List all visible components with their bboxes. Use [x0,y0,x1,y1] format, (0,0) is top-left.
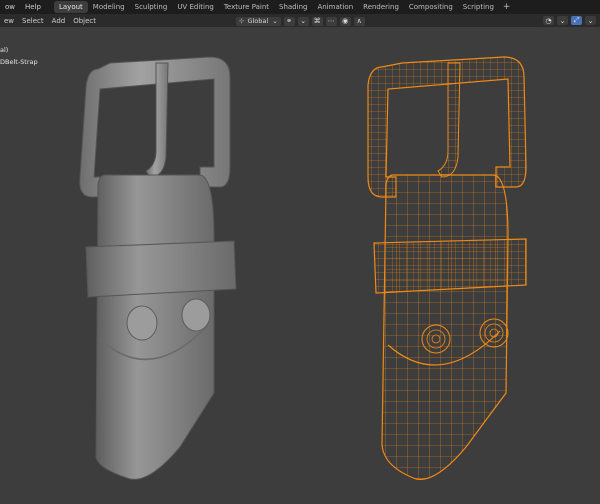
tab-rendering[interactable]: Rendering [358,1,404,13]
solid-belt-buckle[interactable] [79,56,237,480]
tab-modeling[interactable]: Modeling [88,1,130,13]
tab-shading[interactable]: Shading [274,1,312,13]
menu-view[interactable]: ew [0,17,18,25]
3d-viewport[interactable] [0,27,600,500]
wireframe-belt-buckle[interactable] [367,56,527,480]
main-menu: ow Help [0,3,46,11]
visibility-icon[interactable]: ◔ [543,16,554,25]
tab-texture-paint[interactable]: Texture Paint [219,1,274,13]
orientation-label: Global [247,17,269,25]
tab-compositing[interactable]: Compositing [404,1,458,13]
chevron-down-icon[interactable]: ⌄ [297,16,309,26]
menu-help[interactable]: Help [20,3,46,11]
gizmo-icon[interactable]: ⤢ [571,16,582,25]
pivot-point-icon[interactable]: ⚭ [283,16,295,26]
axis-icon: ⊹ [239,17,245,25]
tab-animation[interactable]: Animation [312,1,358,13]
viewport-canvas[interactable] [0,27,600,500]
chevron-down-icon[interactable]: ⌄ [585,16,596,25]
chevron-down-icon: ⌄ [272,17,278,25]
tab-uv-editing[interactable]: UV Editing [172,1,219,13]
top-bar: ow Help Layout Modeling Sculpting UV Edi… [0,0,600,14]
transform-controls: ⊹ Global ⌄ ⚭ ⌄ ⌘ ⋯ ◉ ∧ [236,16,365,26]
menu-object[interactable]: Object [69,17,100,25]
proportional-editing-icon[interactable]: ◉ [339,16,351,26]
chevron-down-icon[interactable]: ⌄ [557,16,568,25]
tab-layout[interactable]: Layout [53,1,88,13]
viewport-overlays: ◔ ⌄ ⤢ ⌄ [543,16,596,25]
menu-add[interactable]: Add [48,17,70,25]
snap-icon[interactable]: ⌘ [311,16,323,26]
workspace-tabs: Layout Modeling Sculpting UV Editing Tex… [53,1,515,13]
tab-scripting[interactable]: Scripting [458,1,499,13]
menu-select[interactable]: Select [18,17,48,25]
tab-sculpting[interactable]: Sculpting [130,1,173,13]
menu-window[interactable]: ow [0,3,20,11]
add-workspace-button[interactable]: + [499,2,515,12]
snap-target-icon[interactable]: ⋯ [325,16,337,26]
orientation-dropdown[interactable]: ⊹ Global ⌄ [236,16,281,26]
falloff-icon[interactable]: ∧ [353,16,365,26]
